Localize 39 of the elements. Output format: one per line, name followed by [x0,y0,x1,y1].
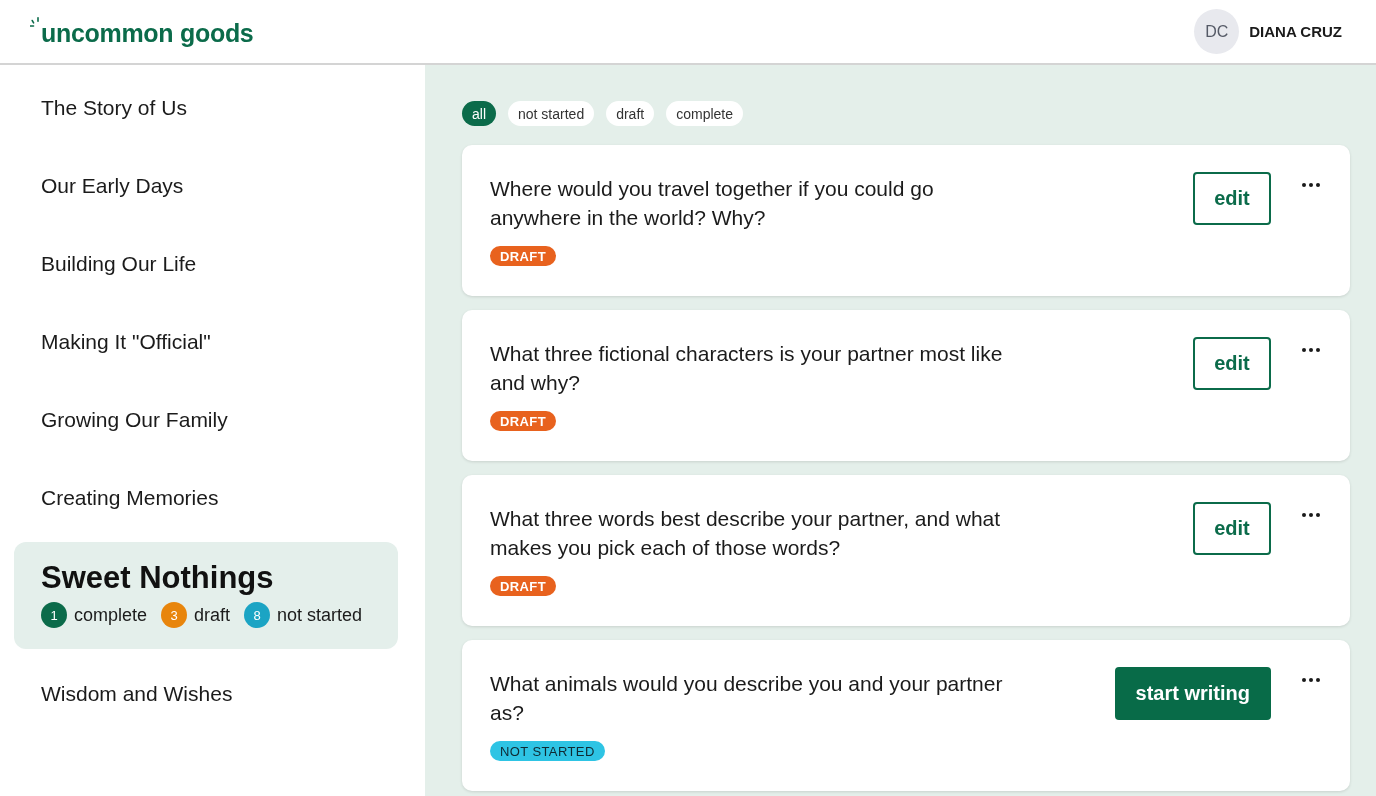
more-options-icon[interactable] [1302,348,1320,352]
user-name[interactable]: DIANA CRUZ [1249,23,1342,40]
status-count-badge: 8 [244,602,271,628]
status-count-label: draft [194,604,231,626]
sidebar-item[interactable]: Wisdom and Wishes [41,681,233,707]
status-count-badge: 3 [161,602,188,628]
status-badge: NOT STARTED [490,741,605,761]
sparkle-icon [30,17,40,29]
sidebar-item[interactable]: Creating Memories [41,485,219,511]
active-section-card[interactable]: Sweet Nothings 1 complete 3 draft 8 not started [14,542,398,649]
sidebar-item[interactable]: Making It "Official" [41,329,211,355]
more-options-icon[interactable] [1302,678,1320,682]
question-text: What three words best describe your partner, and what makes you pick each of those words? [490,506,1002,561]
filter-chip[interactable]: all [462,101,496,126]
status-count-label: not started [277,604,363,626]
more-options-icon[interactable] [1302,513,1320,517]
sidebar-item[interactable]: Growing Our Family [41,407,228,433]
question-text: What three fictional characters is your partner most like and why? [490,341,1004,396]
status-count-label: complete [74,604,148,626]
brand-logo[interactable]: uncommon goods [41,21,254,46]
question-text: What animals would you describe you and your partner as? [490,671,1004,726]
edit-button[interactable]: edit [1193,502,1271,555]
status-badge: DRAFT [490,246,557,266]
sidebar-item[interactable]: Building Our Life [41,251,197,277]
edit-button[interactable]: edit [1193,337,1271,390]
status-count-badge: 1 [41,602,67,628]
filter-chip[interactable]: draft [606,101,655,126]
sidebar-item[interactable]: Our Early Days [41,173,184,199]
status-badge: DRAFT [490,576,557,596]
filter-chip[interactable]: complete [666,101,743,126]
status-badge: DRAFT [490,411,557,431]
section-title: Sweet Nothings [41,560,274,596]
question-text: Where would you travel together if you could go anywhere in the world? Why? [490,176,935,231]
start-writing-button[interactable]: start writing [1114,667,1271,720]
user-avatar[interactable]: DC [1194,9,1240,54]
filter-chip[interactable]: not started [508,101,595,126]
sidebar-item[interactable]: The Story of Us [41,95,187,121]
more-options-icon[interactable] [1302,183,1320,187]
edit-button[interactable]: edit [1193,172,1271,225]
